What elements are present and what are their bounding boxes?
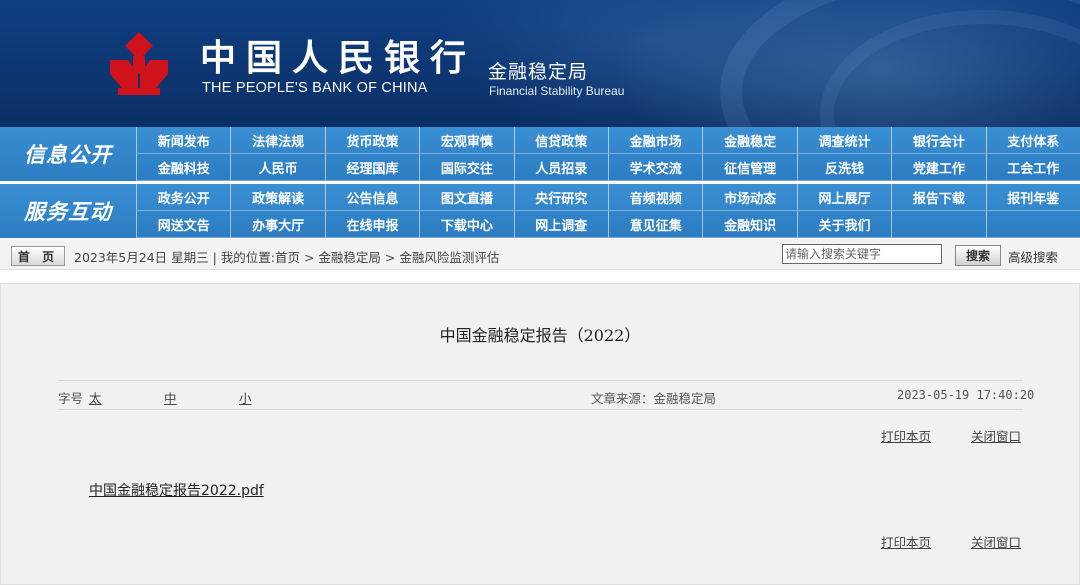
nav-item[interactable]: 报告下载 xyxy=(891,184,986,211)
nav-info-disclosure: 信息公开 新闻发布 法律法规 货币政策 宏观审慎 信贷政策 金融市场 金融稳定 调查统计 银行会… xyxy=(0,127,1080,181)
pdf-attachment-link[interactable]: 中国金融稳定报告2022.pdf xyxy=(89,480,264,500)
nav-item[interactable]: 法律法规 xyxy=(230,127,325,154)
nav-item[interactable]: 政务公开 xyxy=(136,184,231,211)
nav-item[interactable]: 网上展厅 xyxy=(796,184,892,211)
nav-item[interactable]: 反洗钱 xyxy=(796,154,892,181)
nav-item[interactable]: 国际交往 xyxy=(419,154,514,181)
print-page-link[interactable]: 打印本页 xyxy=(881,426,931,445)
search-input[interactable] xyxy=(782,244,942,264)
nav-item xyxy=(985,211,1080,238)
nav-item[interactable]: 支付体系 xyxy=(985,127,1080,154)
nav-item xyxy=(891,211,986,238)
nav-service-interaction: 服务互动 政务公开 政策解读 公告信息 图文直播 央行研究 音频视频 市场动态 网上展厅 报告下… xyxy=(0,184,1080,238)
header-banner: 中国人民银行 THE PEOPLE'S BANK OF CHINA 金融稳定局 … xyxy=(0,0,1080,127)
nav-item[interactable]: 货币政策 xyxy=(324,127,420,154)
bureau-name-cn: 金融稳定局 xyxy=(488,61,589,83)
close-window-link[interactable]: 关闭窗口 xyxy=(971,532,1021,551)
nav-item[interactable]: 政策解读 xyxy=(230,184,325,211)
nav-item[interactable]: 在线申报 xyxy=(324,211,420,238)
nav-item[interactable]: 金融市场 xyxy=(608,127,703,154)
nav-item[interactable]: 下载中心 xyxy=(419,211,514,238)
nav-item[interactable]: 网送文告 xyxy=(136,211,231,238)
nav-item[interactable]: 学术交流 xyxy=(608,154,703,181)
nav-section-title: 信息公开 xyxy=(24,142,112,167)
print-page-link[interactable]: 打印本页 xyxy=(881,532,931,551)
divider xyxy=(58,380,1023,381)
font-size-label: 字号 xyxy=(58,391,84,406)
nav-item[interactable]: 调查统计 xyxy=(796,127,892,154)
breadcrumb-bar: 首 页 2023年5月24日 星期三 | 我的位置:首页 > 金融稳定局 > 金… xyxy=(0,239,1080,270)
font-large-link[interactable]: 太 xyxy=(89,388,102,407)
font-small-link[interactable]: 小 xyxy=(239,388,252,407)
nav-item[interactable]: 人员招录 xyxy=(513,154,608,181)
nav-item[interactable]: 图文直播 xyxy=(419,184,514,211)
search-button[interactable]: 搜索 xyxy=(955,245,1001,266)
nav-item[interactable]: 央行研究 xyxy=(513,184,608,211)
breadcrumb: 2023年5月24日 星期三 | 我的位置:首页 > 金融稳定局 > 金融风险监… xyxy=(74,250,500,265)
nav-item[interactable]: 党建工作 xyxy=(891,154,986,181)
close-window-link[interactable]: 关闭窗口 xyxy=(971,426,1021,445)
nav-item[interactable]: 新闻发布 xyxy=(136,127,231,154)
nav-section-title: 服务互动 xyxy=(24,199,112,224)
nav-item[interactable]: 银行会计 xyxy=(891,127,986,154)
nav-item[interactable]: 音频视频 xyxy=(608,184,703,211)
pboc-emblem-icon xyxy=(110,32,168,95)
nav-item[interactable]: 公告信息 xyxy=(324,184,420,211)
nav-item[interactable]: 网上调查 xyxy=(513,211,608,238)
publish-date: 2023-05-19 17:40:20 xyxy=(897,388,1035,402)
bureau-name-en: Financial Stability Bureau xyxy=(489,84,625,98)
nav-item[interactable]: 人民币 xyxy=(230,154,325,181)
nav-item[interactable]: 金融知识 xyxy=(702,211,797,238)
nav-item[interactable]: 金融科技 xyxy=(136,154,231,181)
nav-item[interactable]: 经理国库 xyxy=(324,154,420,181)
nav-item[interactable]: 关于我们 xyxy=(796,211,892,238)
bank-name-en: THE PEOPLE'S BANK OF CHINA xyxy=(202,80,428,96)
advanced-search-link[interactable]: 高级搜索 xyxy=(1008,247,1058,266)
article-source: 文章来源：金融稳定局 xyxy=(591,391,717,406)
nav-item[interactable]: 信贷政策 xyxy=(513,127,608,154)
nav-item[interactable]: 宏观审慎 xyxy=(419,127,514,154)
nav-item[interactable]: 报刊年鉴 xyxy=(985,184,1080,211)
page-title: 中国金融稳定报告（2022） xyxy=(439,326,641,345)
nav-item[interactable]: 意见征集 xyxy=(608,211,703,238)
nav-item[interactable]: 市场动态 xyxy=(702,184,797,211)
nav-item[interactable]: 金融稳定 xyxy=(702,127,797,154)
nav-item[interactable]: 征信管理 xyxy=(702,154,797,181)
home-button[interactable]: 首 页 xyxy=(11,246,65,266)
divider xyxy=(58,409,1023,410)
bank-name-cn: 中国人民银行 xyxy=(200,37,477,79)
article-panel: 中国金融稳定报告（2022） 字号 太 中 小 文章来源：金融稳定局 2023-… xyxy=(0,283,1080,585)
nav-item[interactable]: 工会工作 xyxy=(985,154,1080,181)
nav-grid: 新闻发布 法律法规 货币政策 宏观审慎 信贷政策 金融市场 金融稳定 调查统计 银行会计 支付体系… xyxy=(136,127,1080,181)
font-medium-link[interactable]: 中 xyxy=(164,388,177,407)
nav-item[interactable]: 办事大厅 xyxy=(230,211,325,238)
nav-grid: 政务公开 政策解读 公告信息 图文直播 央行研究 音频视频 市场动态 网上展厅 报告下载 报刊年鉴… xyxy=(136,184,1080,238)
